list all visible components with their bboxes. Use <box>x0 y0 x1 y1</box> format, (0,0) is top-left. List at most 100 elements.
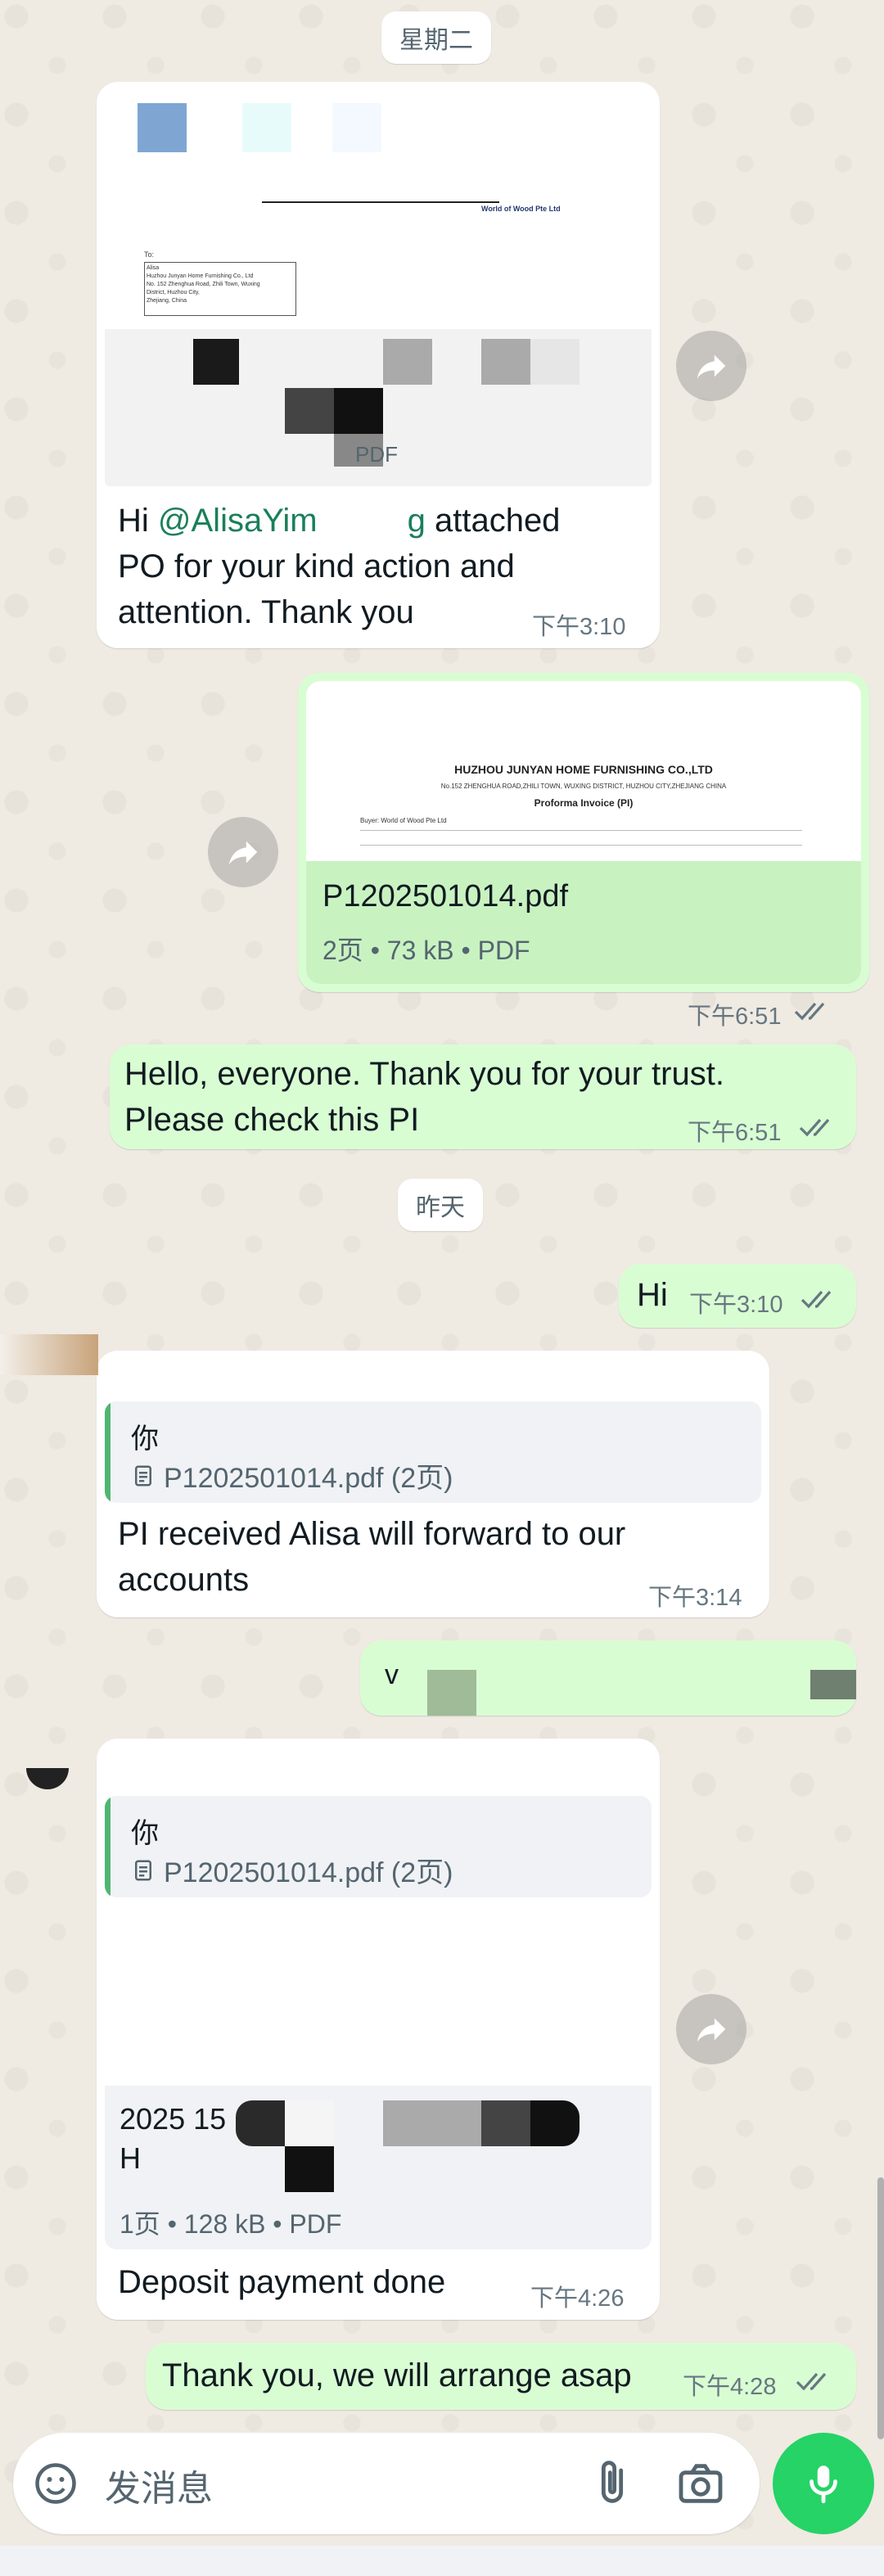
doc-filename: P1202501014.pdf <box>322 879 569 914</box>
outgoing-message-obscured[interactable]: v <box>360 1640 856 1716</box>
mic-button[interactable] <box>773 2433 874 2534</box>
scrollbar[interactable] <box>877 2177 884 2439</box>
blur-block <box>810 1670 856 1699</box>
doc-rule <box>360 830 802 831</box>
blur-block <box>432 2100 481 2146</box>
doc-title-line: H <box>120 2141 141 2175</box>
message-text: v <box>385 1659 399 1690</box>
double-check-icon <box>794 1002 825 1021</box>
message-time: 下午3:10 <box>532 614 626 640</box>
doc-preview-blank[interactable] <box>105 1906 652 2086</box>
camera-icon[interactable] <box>674 2457 727 2510</box>
message-text: attached <box>425 503 561 539</box>
message-text: Deposit payment done <box>118 2264 446 2300</box>
doc-address: No.152 ZHENGHUA ROAD,ZHILI TOWN, WUXING … <box>440 783 727 790</box>
forward-icon <box>697 2018 726 2042</box>
message-time: 下午4:26 <box>530 2285 625 2312</box>
pdf-thumbnail[interactable]: World of Wood Pte Ltd To: Alisa Huzhou J… <box>105 90 652 486</box>
doc-address-box: Alisa Huzhou Junyan Home Furnishing Co.,… <box>144 262 296 316</box>
incoming-message-po[interactable]: World of Wood Pte Ltd To: Alisa Huzhou J… <box>97 82 660 648</box>
doc-company: HUZHOU JUNYAN HOME FURNISHING CO.,LTD <box>454 763 713 776</box>
outgoing-message-text[interactable]: Thank you, we will arrange asap 下午4:28 <box>146 2343 856 2410</box>
doc-info-panel[interactable]: 2025 15 H 1页 • 128 kB • PDF <box>105 2086 652 2249</box>
doc-to: To: <box>144 250 155 259</box>
blur-block <box>0 1334 98 1375</box>
pdf-label: PDF <box>355 442 398 467</box>
blur-block <box>427 1670 476 1716</box>
doc-rule <box>360 845 802 846</box>
blur-block <box>481 339 530 385</box>
blur-block <box>530 339 580 385</box>
quote-author: 你 <box>131 1423 159 1455</box>
message-text: Hi <box>637 1277 668 1313</box>
message-text: Thank you, we will arrange asap <box>162 2357 632 2393</box>
blur-block <box>530 2100 580 2146</box>
date-chip: 昨天 <box>398 1179 483 1231</box>
quote-bar <box>105 1401 110 1503</box>
blur-block <box>481 2100 530 2146</box>
attachment-icon[interactable] <box>586 2457 638 2510</box>
quoted-message[interactable]: 你 P1202501014.pdf (2页) <box>105 1796 652 1897</box>
double-check-icon <box>801 1290 832 1309</box>
double-check-icon <box>796 2372 827 2391</box>
outgoing-message-text[interactable]: Hello, everyone. Thank you for your trus… <box>110 1044 856 1149</box>
quote-doc-name: P1202501014.pdf (2页) <box>164 1857 453 1888</box>
message-input-bar[interactable]: 发消息 <box>13 2433 760 2534</box>
sticker-icon[interactable] <box>31 2459 80 2508</box>
doc-address-line: Huzhou Junyan Home Furnishing Co., Ltd <box>147 273 254 279</box>
doc-address-line: District, Huzhou City, <box>147 290 200 295</box>
message-time: 下午4:28 <box>683 2374 777 2400</box>
blur-block <box>334 388 383 434</box>
doc-header: World of Wood Pte Ltd <box>481 205 561 213</box>
message-line: Please check this PI <box>124 1102 420 1138</box>
forward-icon <box>697 354 726 379</box>
date-chip: 星期二 <box>381 11 491 64</box>
blur-block <box>242 103 291 152</box>
incoming-message-reply[interactable]: 你 P1202501014.pdf (2页) PI received Alisa… <box>97 1351 769 1617</box>
doc-address-line: Alisa <box>147 265 160 271</box>
double-check-icon <box>799 1118 830 1137</box>
message-input-placeholder[interactable]: 发消息 <box>105 2459 213 2511</box>
message-line: Hi @AlisaYim g attached <box>118 498 560 544</box>
doc-rule <box>262 201 499 203</box>
outgoing-message-text[interactable]: Hi 下午3:10 <box>619 1264 856 1328</box>
message-line: accounts <box>118 1562 250 1598</box>
mic-icon <box>810 2465 837 2504</box>
forward-button[interactable] <box>676 1994 746 2064</box>
mention-tail[interactable]: g <box>408 503 426 539</box>
message-line: Hello, everyone. Thank you for your trus… <box>124 1056 724 1092</box>
message-line: PI received Alisa will forward to our <box>118 1516 626 1552</box>
doc-meta: 1页 • 128 kB • PDF <box>120 2209 342 2239</box>
blur-block <box>285 2100 334 2146</box>
mention-link[interactable]: @AlisaYim <box>158 503 318 539</box>
blur-block <box>285 388 334 434</box>
blur-block <box>193 339 239 385</box>
incoming-message-deposit[interactable]: 你 P1202501014.pdf (2页) 2025 15 H 1页 • 12… <box>97 1739 660 2320</box>
quoted-message[interactable]: 你 P1202501014.pdf (2页) <box>105 1401 761 1503</box>
outgoing-message-pi[interactable]: HUZHOU JUNYAN HOME FURNISHING CO.,LTD No… <box>298 673 869 1030</box>
system-nav-bar <box>0 2546 884 2576</box>
doc-title: Proforma Invoice (PI) <box>534 797 634 809</box>
quote-doc-name: P1202501014.pdf (2页) <box>164 1463 453 1494</box>
doc-address-line: Zhejiang, China <box>147 298 187 304</box>
forward-button[interactable] <box>208 817 278 887</box>
doc-title-line: 2025 15 <box>120 2102 227 2136</box>
pdf-thumbnail[interactable]: HUZHOU JUNYAN HOME FURNISHING CO.,LTD No… <box>306 681 861 861</box>
message-time: 下午6:51 <box>688 1004 782 1030</box>
blur-block <box>383 2100 432 2146</box>
blur-block <box>332 103 381 152</box>
document-icon <box>135 1860 151 1880</box>
message-line: PO for your kind action and <box>118 548 515 584</box>
quote-bar <box>105 1796 110 1897</box>
quote-document: P1202501014.pdf (2页) <box>131 1455 453 1496</box>
blur-block <box>138 103 187 152</box>
blur-block <box>383 339 432 385</box>
doc-buyer: Buyer: World of Wood Pte Ltd <box>360 817 447 824</box>
document-icon <box>135 1465 151 1486</box>
forward-button[interactable] <box>676 331 746 401</box>
message-text: Hi <box>118 503 158 539</box>
doc-info-panel[interactable]: P1202501014.pdf 2页 • 73 kB • PDF <box>306 861 861 984</box>
message-time: 下午6:51 <box>688 1120 782 1146</box>
quote-document: P1202501014.pdf (2页) <box>131 1850 453 1890</box>
forward-icon <box>228 841 258 865</box>
